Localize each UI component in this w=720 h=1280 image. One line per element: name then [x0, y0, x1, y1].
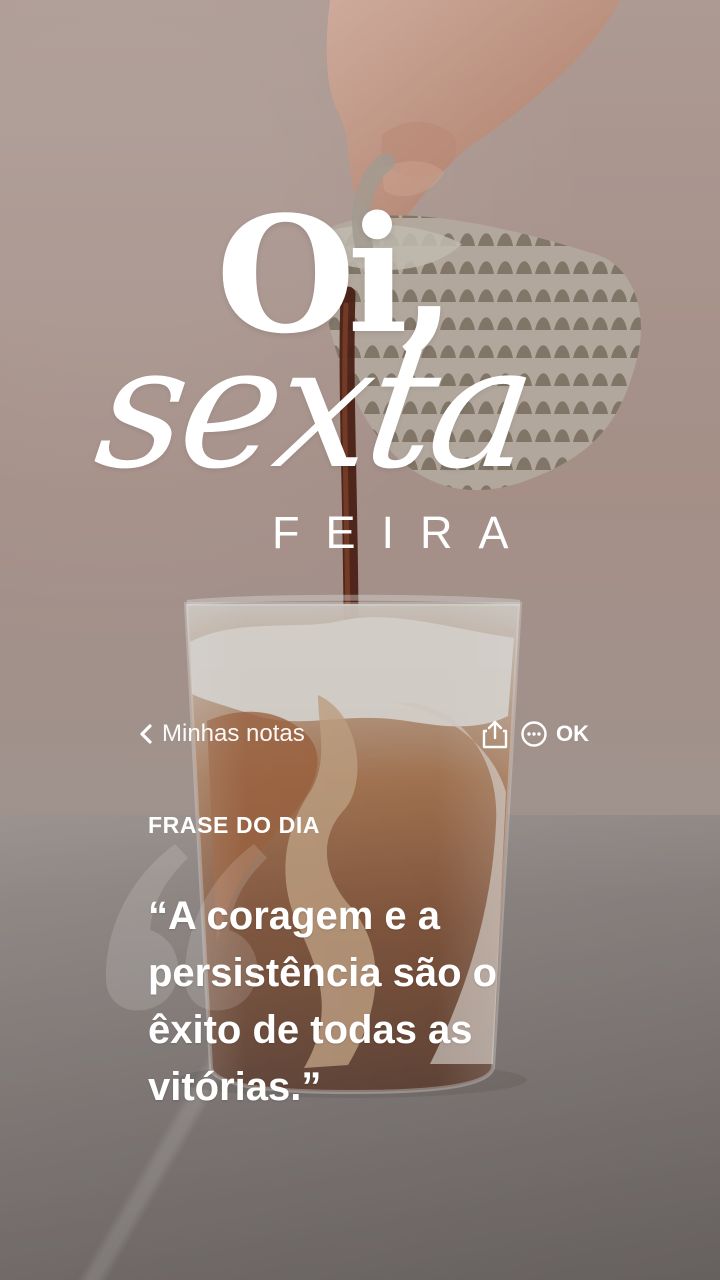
- friday-title: Oi, sexta FEIRA: [86, 181, 670, 558]
- title-oi: Oi,: [216, 181, 456, 369]
- chevron-left-icon: [140, 724, 152, 744]
- back-button-label: Minhas notas: [162, 720, 305, 747]
- daily-quote: FRASE DO DIA “A coragem e a persistência…: [148, 812, 608, 1116]
- title-sexta: sexta: [86, 309, 543, 507]
- ok-button[interactable]: OK: [556, 720, 589, 748]
- quote-text: “A coragem e a persistência são o êxito …: [148, 894, 498, 1109]
- more-options-icon[interactable]: [520, 720, 548, 748]
- share-icon[interactable]: [480, 718, 510, 750]
- story-screen: Oi, sexta FEIRA Minhas notas OK FRASE DO…: [0, 0, 720, 1280]
- quote-heading: FRASE DO DIA: [148, 812, 321, 838]
- back-to-notes-button[interactable]: Minhas notas: [136, 712, 305, 756]
- title-feira: FEIRA: [272, 507, 535, 558]
- notes-toolbar: Minhas notas OK: [136, 712, 592, 756]
